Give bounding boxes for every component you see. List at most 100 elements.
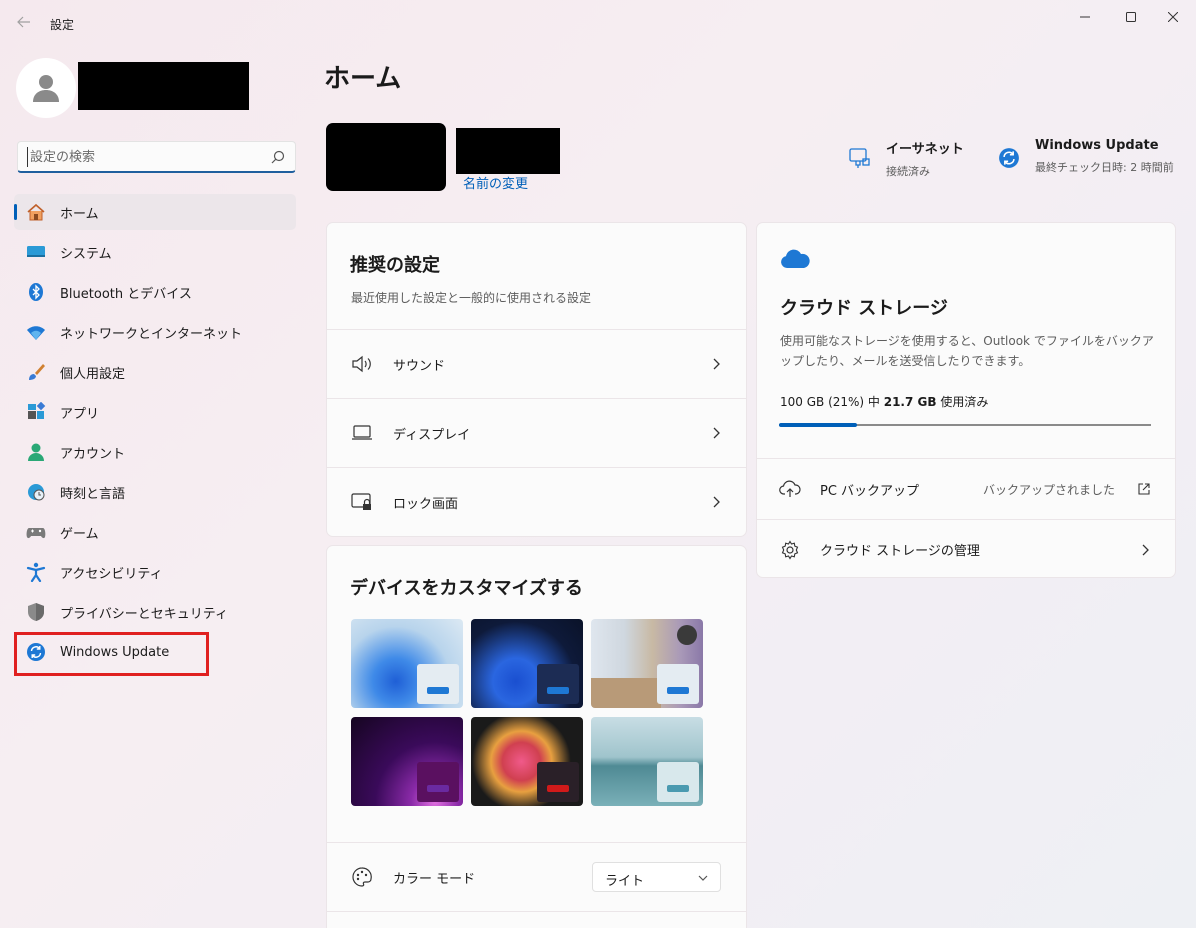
storage-usage-suffix: 使用済み	[936, 395, 989, 409]
close-icon	[1168, 12, 1178, 22]
divider	[327, 911, 746, 912]
back-button[interactable]	[10, 12, 38, 36]
windows-update-icon	[999, 148, 1019, 168]
cloud-row-label: PC バックアップ	[820, 483, 920, 499]
slideshow-icon	[677, 625, 697, 645]
highlight-box	[14, 632, 209, 676]
sidebar-item-label: アプリ	[60, 406, 100, 422]
search-input[interactable]	[27, 147, 257, 167]
sidebar-item-accounts[interactable]: アカウント	[14, 434, 296, 470]
cloud-row-label: クラウド ストレージの管理	[820, 544, 980, 559]
storage-usage-amount: 21.7 GB	[883, 395, 937, 409]
rename-link[interactable]: 名前の変更	[463, 173, 528, 192]
recommended-row-label: サウンド	[393, 358, 446, 374]
minimize-button[interactable]	[1062, 0, 1108, 34]
update-status[interactable]: Windows Update 最終チェック日時: 2 時間前	[998, 138, 1174, 175]
sidebar-item-home[interactable]: ホーム	[14, 194, 296, 230]
sidebar-item-label: ネットワークとインターネット	[60, 326, 243, 342]
theme-thumbnail[interactable]	[471, 619, 583, 708]
gamepad-icon	[26, 522, 46, 542]
clock-globe-icon	[26, 482, 46, 502]
back-arrow-icon	[17, 16, 30, 28]
sidebar-item-label: アカウント	[60, 446, 126, 462]
cloud-row-pc-backup[interactable]: PC バックアップ バックアップされました	[757, 458, 1175, 519]
laptop-icon	[351, 422, 373, 444]
theme-thumbnail[interactable]	[351, 619, 463, 708]
cloud-row-manage-storage[interactable]: クラウド ストレージの管理	[757, 519, 1175, 579]
theme-badge	[657, 664, 699, 704]
maximize-icon	[1126, 12, 1136, 22]
title-bar: 設定	[0, 0, 1196, 48]
sidebar-item-gaming[interactable]: ゲーム	[14, 514, 296, 550]
avatar[interactable]	[16, 58, 76, 118]
storage-usage-prefix: 100 GB (21%) 中	[780, 395, 884, 409]
sidebar-item-apps[interactable]: アプリ	[14, 394, 296, 430]
backup-status: バックアップされました	[982, 482, 1115, 497]
theme-thumbnail[interactable]	[591, 619, 703, 708]
theme-badge	[417, 664, 459, 704]
user-icon	[33, 75, 59, 102]
sidebar-item-network[interactable]: ネットワークとインターネット	[14, 314, 296, 350]
network-status-sub: 接続済み	[886, 165, 930, 178]
redacted-username	[78, 62, 249, 110]
sidebar-item-personalization[interactable]: 個人用設定	[14, 354, 296, 390]
home-icon	[26, 202, 46, 222]
sidebar-nav: ホーム システム Bluetooth とデバイス ネットワークとインターネット …	[14, 194, 296, 674]
storage-progress-bar	[779, 423, 1151, 427]
redacted-device-image	[326, 123, 446, 191]
gear-icon	[779, 539, 801, 561]
speaker-icon	[351, 353, 373, 375]
chevron-right-icon	[1142, 544, 1149, 555]
sidebar-item-label: 個人用設定	[60, 366, 126, 382]
sidebar-item-label: ゲーム	[60, 526, 99, 542]
sidebar-item-accessibility[interactable]: アクセシビリティ	[14, 554, 296, 590]
sidebar-item-label: プライバシーとセキュリティ	[60, 606, 228, 622]
maximize-button[interactable]	[1108, 0, 1154, 34]
chevron-down-icon	[698, 875, 708, 881]
update-status-sub: 最終チェック日時: 2 時間前	[1035, 161, 1174, 174]
customize-title: デバイスをカスタマイズする	[350, 578, 583, 599]
color-mode-dropdown[interactable]: ライト	[592, 862, 721, 892]
cloud-title: クラウド ストレージ	[780, 298, 948, 319]
sidebar-item-system[interactable]: システム	[14, 234, 296, 270]
shield-icon	[26, 602, 46, 622]
apps-icon	[26, 402, 46, 422]
app-title: 設定	[50, 18, 75, 32]
theme-badge	[657, 762, 699, 802]
theme-thumbnail[interactable]	[351, 717, 463, 806]
color-mode-value: ライト	[605, 874, 645, 889]
recommended-title: 推奨の設定	[350, 255, 440, 276]
theme-badge	[537, 762, 579, 802]
network-status[interactable]: イーサネット 接続済み	[848, 138, 964, 179]
search-icon	[271, 150, 285, 164]
sidebar-item-time-language[interactable]: 時刻と言語	[14, 474, 296, 510]
accessibility-icon	[26, 562, 46, 582]
search-box[interactable]	[17, 141, 296, 173]
sidebar-item-label: システム	[60, 246, 112, 262]
close-button[interactable]	[1150, 0, 1196, 34]
palette-icon	[351, 866, 373, 888]
chevron-right-icon	[713, 427, 720, 439]
minimize-icon	[1080, 16, 1090, 18]
recommended-row-sound[interactable]: サウンド	[327, 329, 746, 398]
bluetooth-icon	[26, 282, 46, 302]
recommended-settings-card: 推奨の設定 最近使用した設定と一般的に使用される設定 サウンド ディスプレイ ロ…	[326, 222, 747, 537]
theme-badge	[537, 664, 579, 704]
recommended-row-display[interactable]: ディスプレイ	[327, 398, 746, 467]
recommended-row-lock-screen[interactable]: ロック画面	[327, 467, 746, 536]
network-status-title: イーサネット	[886, 142, 964, 157]
system-icon	[26, 242, 46, 262]
sidebar-item-privacy[interactable]: プライバシーとセキュリティ	[14, 594, 296, 630]
recommended-subtitle: 最近使用した設定と一般的に使用される設定	[351, 291, 592, 305]
recommended-row-label: ディスプレイ	[393, 427, 471, 443]
storage-progress-fill	[779, 423, 858, 427]
theme-thumbnail[interactable]	[471, 717, 583, 806]
cloud-storage-card: クラウド ストレージ 使用可能なストレージを使用すると、Outlook でファイ…	[756, 222, 1176, 578]
lock-screen-icon	[351, 491, 373, 513]
theme-thumbnail[interactable]	[591, 717, 703, 806]
page-title: ホーム	[324, 64, 402, 94]
storage-usage: 100 GB (21%) 中 21.7 GB 使用済み	[780, 393, 988, 410]
chevron-right-icon	[713, 358, 720, 370]
sidebar-item-bluetooth[interactable]: Bluetooth とデバイス	[14, 274, 296, 310]
ethernet-icon	[849, 148, 870, 168]
